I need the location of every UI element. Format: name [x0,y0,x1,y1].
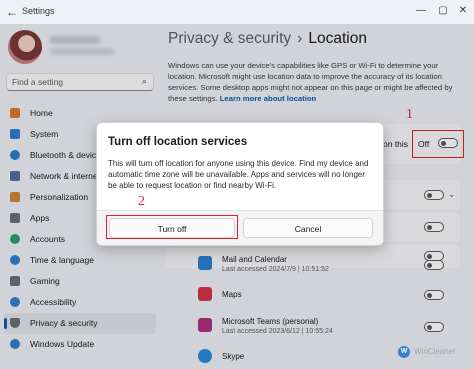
title-bar: ← Settings — ▢ ✕ [0,0,474,24]
annotation-number-2: 2 [138,194,145,209]
back-arrow-icon[interactable]: ← [6,5,18,19]
close-button[interactable]: ✕ [454,2,472,20]
watermark-text: WinCleaner [414,347,456,356]
cancel-button[interactable]: Cancel [243,218,373,238]
watermark-logo: W [398,346,410,358]
annotation-box-2 [106,215,238,239]
minimize-button[interactable]: — [412,2,430,20]
maximize-button[interactable]: ▢ [434,2,452,20]
window-title: Settings [22,6,55,16]
dialog-title: Turn off location services [108,136,248,148]
dialog-body: This will turn off location for anyone u… [108,159,369,190]
